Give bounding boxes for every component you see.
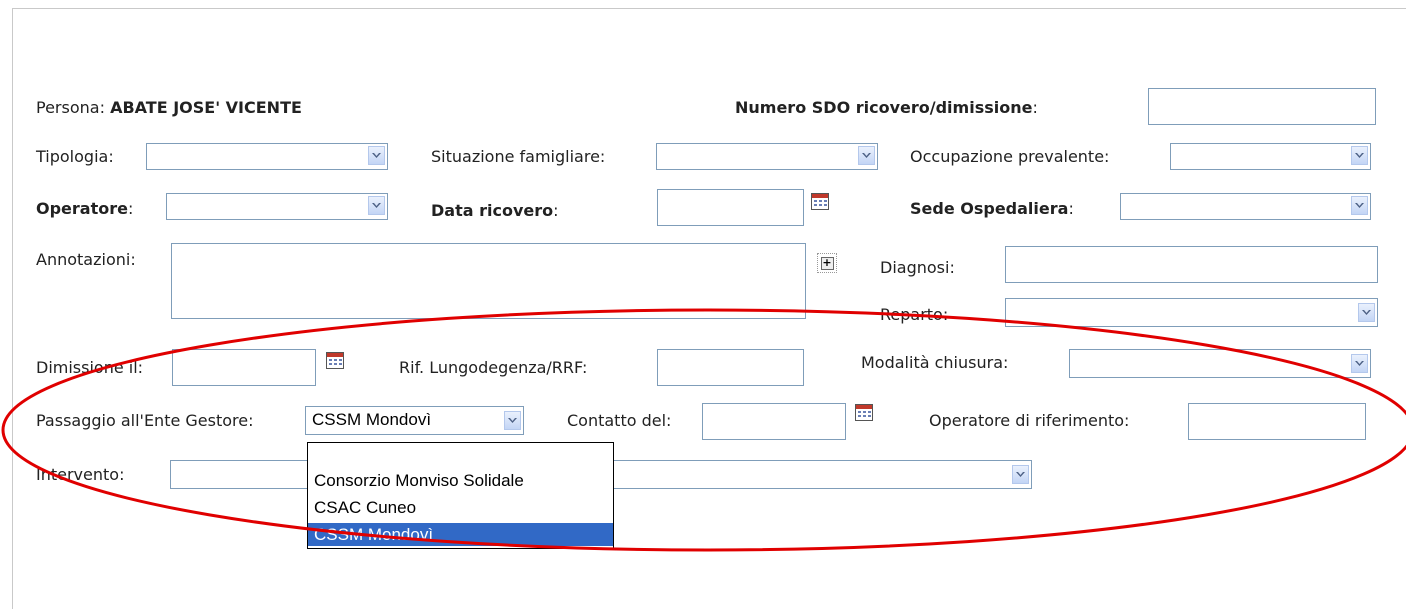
annotation-oval xyxy=(1,308,1406,552)
